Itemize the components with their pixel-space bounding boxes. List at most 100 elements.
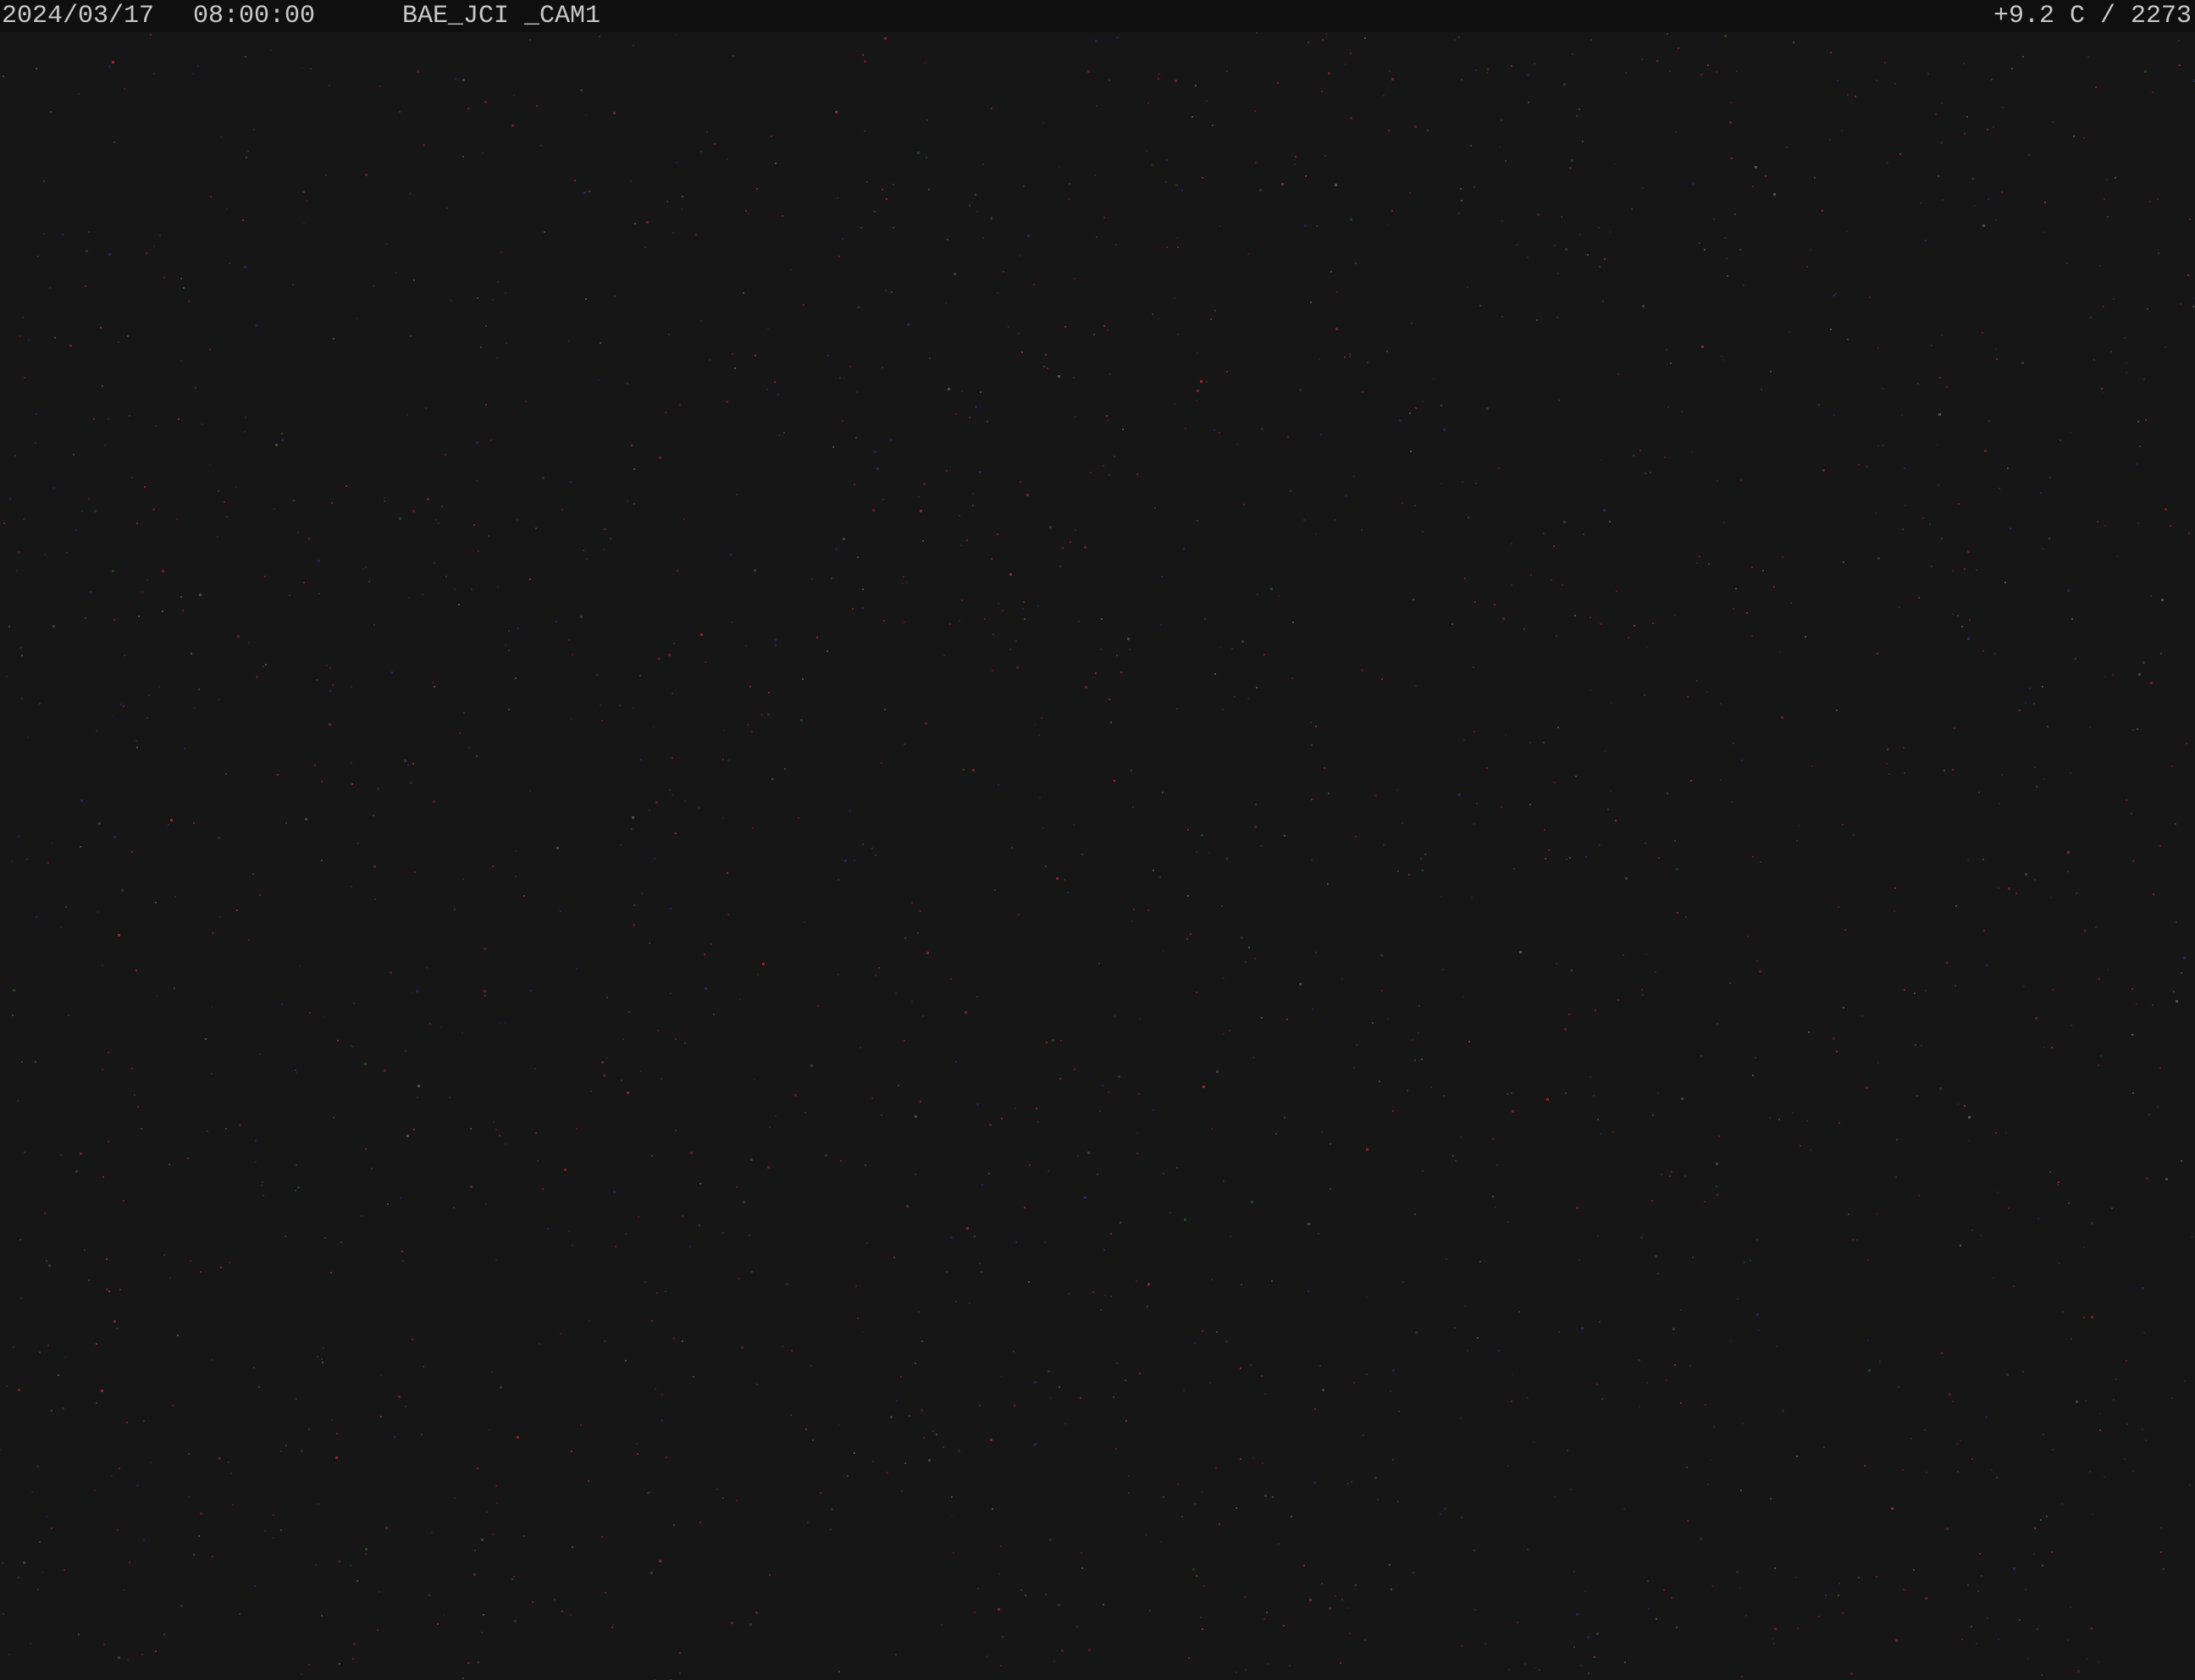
noise-speckle — [1998, 887, 1999, 889]
noise-speckle — [1408, 874, 1410, 876]
noise-speckle — [1786, 146, 1788, 148]
noise-speckle — [698, 806, 700, 809]
noise-speckle — [1722, 359, 1724, 361]
noise-speckle — [966, 1227, 969, 1230]
noise-speckle — [1075, 529, 1076, 531]
noise-speckle — [24, 1152, 25, 1153]
noise-speckle — [1153, 870, 1154, 871]
noise-speckle — [1899, 153, 1901, 155]
noise-speckle — [1197, 352, 1198, 354]
noise-speckle — [1958, 503, 1960, 505]
noise-speckle — [1798, 825, 1800, 826]
noise-speckle — [1263, 1618, 1265, 1620]
noise-speckle — [1392, 1459, 1394, 1461]
noise-speckle — [947, 239, 948, 240]
noise-speckle — [535, 1132, 537, 1134]
noise-speckle — [353, 1643, 356, 1645]
noise-speckle — [639, 675, 641, 677]
noise-speckle — [351, 762, 352, 764]
noise-speckle — [1076, 1626, 1078, 1628]
noise-speckle — [1925, 1597, 1927, 1600]
noise-speckle — [435, 519, 437, 521]
noise-speckle — [1159, 876, 1161, 878]
noise-speckle — [2085, 1400, 2087, 1401]
noise-speckle — [2090, 317, 2092, 318]
noise-speckle — [961, 390, 963, 392]
noise-speckle — [580, 616, 583, 618]
noise-speckle — [1580, 1665, 1582, 1666]
noise-speckle — [39, 1541, 41, 1543]
noise-speckle — [1994, 653, 1996, 655]
noise-speckle — [727, 158, 728, 160]
noise-speckle — [180, 596, 182, 598]
noise-speckle — [1125, 1379, 1126, 1381]
noise-speckle — [1451, 623, 1453, 625]
noise-speckle — [700, 320, 702, 322]
noise-speckle — [1898, 1386, 1899, 1388]
noise-speckle — [982, 237, 984, 239]
noise-speckle — [1094, 174, 1096, 176]
noise-speckle — [651, 1320, 653, 1322]
noise-speckle — [1492, 1138, 1494, 1140]
noise-speckle — [331, 1419, 333, 1421]
noise-speckle — [1389, 1564, 1391, 1566]
noise-speckle — [1201, 1491, 1203, 1493]
noise-speckle — [263, 666, 264, 667]
noise-speckle — [423, 1366, 424, 1368]
noise-speckle — [2181, 972, 2182, 974]
noise-speckle — [1717, 1194, 1718, 1196]
noise-speckle — [1587, 254, 1589, 256]
noise-speckle — [2158, 252, 2159, 254]
noise-speckle — [1808, 1031, 1810, 1033]
noise-speckle — [1402, 822, 1403, 824]
noise-speckle — [613, 1191, 616, 1193]
noise-speckle — [64, 1569, 65, 1571]
noise-speckle — [1002, 1636, 1004, 1638]
noise-speckle — [1915, 1044, 1916, 1046]
noise-speckle — [1247, 253, 1249, 255]
noise-speckle — [172, 1405, 174, 1406]
noise-speckle — [1781, 716, 1783, 719]
noise-speckle — [2010, 528, 2011, 529]
noise-speckle — [1460, 1136, 1462, 1138]
noise-speckle — [1454, 1327, 1456, 1329]
noise-speckle — [778, 434, 780, 436]
noise-speckle — [891, 291, 893, 293]
noise-speckle — [722, 1497, 724, 1499]
noise-speckle — [1579, 1259, 1580, 1261]
noise-speckle — [900, 1376, 902, 1378]
noise-speckle — [2160, 1551, 2162, 1553]
noise-speckle — [1026, 494, 1029, 496]
noise-speckle — [1983, 930, 1985, 931]
noise-speckle — [301, 1673, 302, 1675]
noise-speckle — [506, 342, 507, 344]
noise-speckle — [991, 108, 992, 109]
noise-speckle — [1433, 378, 1435, 379]
noise-speckle — [3, 522, 5, 524]
noise-speckle — [1175, 184, 1178, 186]
noise-speckle — [1982, 332, 1983, 334]
noise-speckle — [253, 129, 255, 130]
noise-speckle — [2029, 688, 2031, 689]
noise-speckle — [1916, 1095, 1918, 1097]
noise-speckle — [495, 1259, 497, 1261]
noise-speckle — [556, 621, 557, 622]
noise-speckle — [1774, 1567, 1776, 1569]
noise-speckle — [1100, 649, 1102, 650]
noise-speckle — [1015, 1108, 1016, 1109]
noise-speckle — [1904, 467, 1905, 469]
noise-speckle — [1327, 883, 1329, 885]
noise-speckle — [112, 61, 114, 64]
noise-speckle — [1114, 780, 1115, 782]
noise-speckle — [180, 1605, 183, 1607]
noise-speckle — [1634, 625, 1635, 627]
noise-speckle — [1364, 1639, 1366, 1641]
noise-speckle — [649, 810, 650, 811]
noise-speckle — [102, 1069, 103, 1070]
noise-speckle — [1128, 1475, 1130, 1477]
noise-speckle — [1136, 1132, 1138, 1134]
noise-speckle — [2073, 135, 2075, 137]
noise-speckle — [2132, 1092, 2134, 1094]
noise-speckle — [1322, 39, 1324, 41]
noise-speckle — [1579, 234, 1581, 235]
